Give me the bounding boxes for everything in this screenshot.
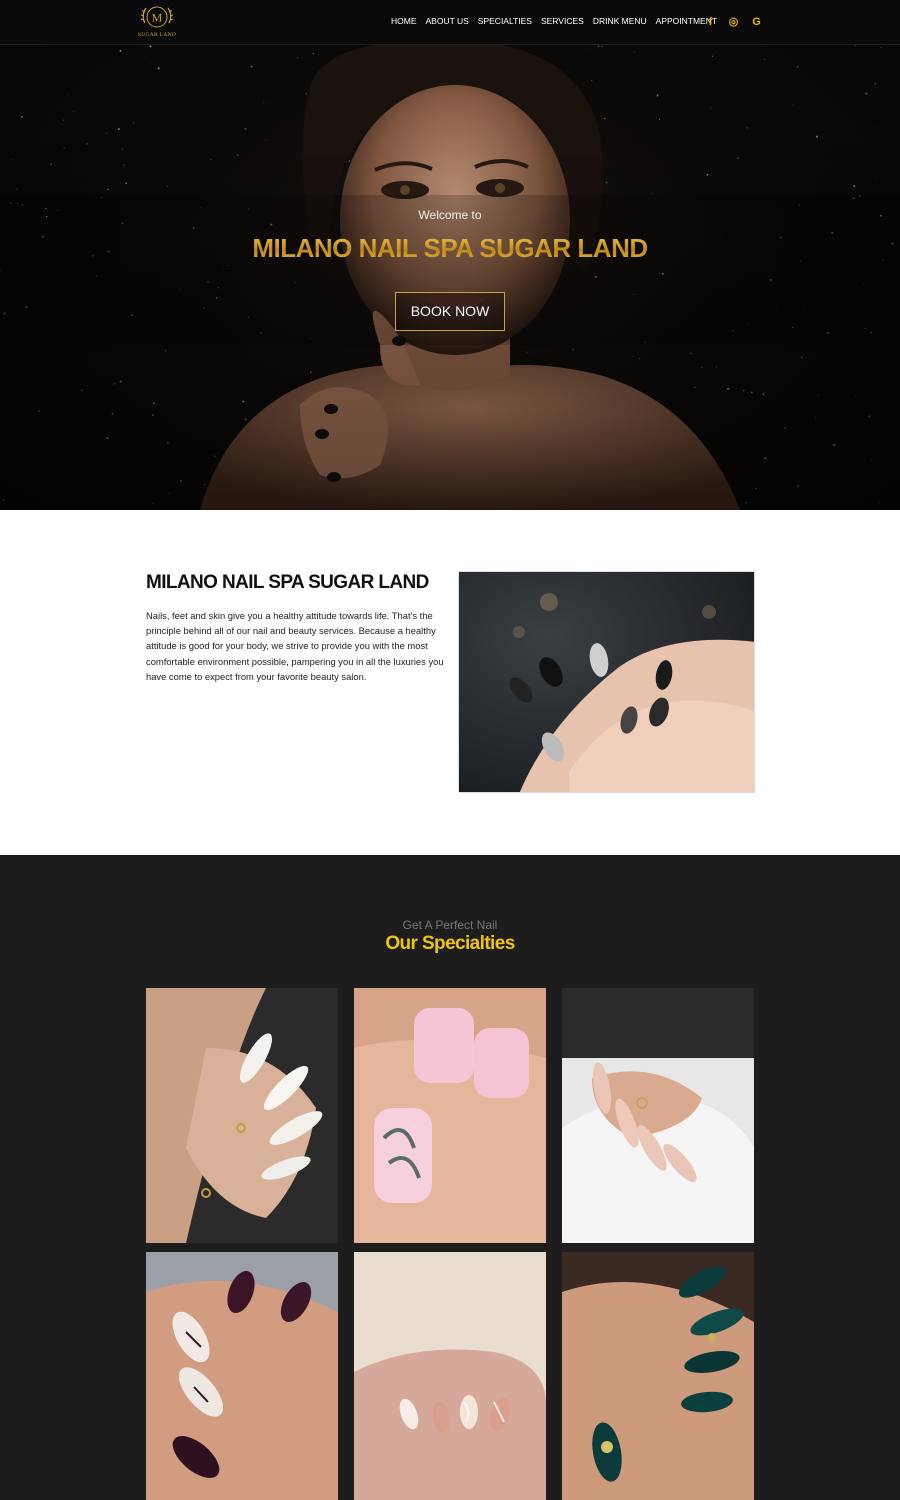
- specialty-photo-nude-art[interactable]: [354, 1252, 546, 1500]
- nav-specialties[interactable]: SPECIALTIES: [478, 16, 532, 26]
- instagram-icon[interactable]: ◎: [728, 15, 739, 29]
- specialty-photo-nude-coffin[interactable]: [562, 988, 754, 1243]
- nav-services[interactable]: SERVICES: [541, 16, 584, 26]
- nav-home[interactable]: HOME: [391, 16, 417, 26]
- specialties-title: Our Specialties: [385, 933, 515, 954]
- laurel-logo-icon: M: [140, 6, 174, 28]
- specialty-photo-pink-square[interactable]: [354, 988, 546, 1243]
- about-title: MILANO NAIL SPA SUGAR LAND: [146, 572, 429, 593]
- main-nav: HOME ABOUT US SPECIALTIES SERVICES DRINK…: [391, 16, 726, 26]
- hero-title: MILANO NAIL SPA SUGAR LAND: [0, 233, 900, 264]
- nav-drink-menu[interactable]: DRINK MENU: [593, 16, 647, 26]
- hero-section: Welcome to MILANO NAIL SPA SUGAR LAND BO…: [0, 45, 900, 510]
- social-links: f ◎ G: [705, 15, 762, 29]
- nav-about-us[interactable]: ABOUT US: [426, 16, 469, 26]
- specialties-subtitle: Get A Perfect Nail: [402, 918, 498, 932]
- site-header: M SUGAR LAND HOME ABOUT US SPECIALTIES S…: [0, 0, 900, 45]
- about-section: MILANO NAIL SPA SUGAR LAND Nails, feet a…: [0, 510, 900, 855]
- logo[interactable]: M SUGAR LAND: [136, 3, 178, 41]
- book-now-button[interactable]: BOOK NOW: [395, 292, 505, 331]
- about-nail-photo: [458, 571, 755, 793]
- specialties-section: Get A Perfect Nail Our Specialties: [0, 855, 900, 1500]
- google-icon[interactable]: G: [751, 15, 762, 29]
- welcome-text: Welcome to: [418, 208, 482, 222]
- logo-letter: M: [152, 11, 163, 25]
- specialty-photo-white-almond[interactable]: [146, 988, 338, 1243]
- specialty-photo-plum-almond[interactable]: [146, 1252, 338, 1500]
- specialty-photo-teal-chrome[interactable]: [562, 1252, 754, 1500]
- about-description: Nails, feet and skin give you a healthy …: [146, 610, 444, 682]
- hero-model-image: [0, 45, 900, 510]
- facebook-icon[interactable]: f: [705, 15, 716, 29]
- logo-text: SUGAR LAND: [137, 32, 177, 38]
